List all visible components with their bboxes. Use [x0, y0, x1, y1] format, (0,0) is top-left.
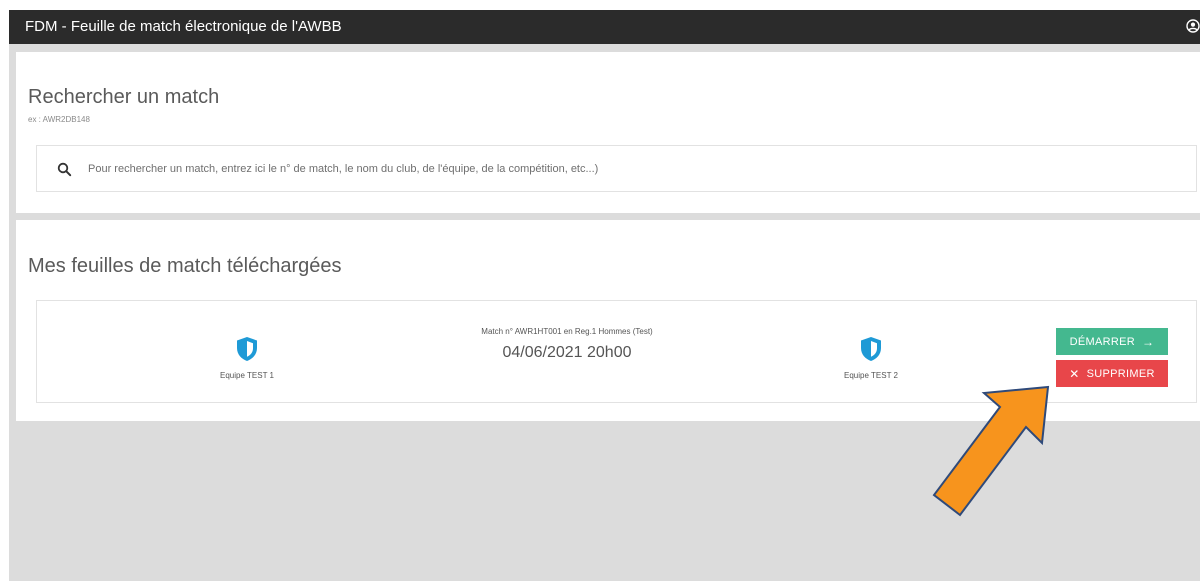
delete-button-label: SUPPRIMER [1086, 367, 1155, 380]
delete-button[interactable]: ✕ SUPPRIMER [1056, 360, 1168, 387]
start-button-label: DÉMARRER [1069, 335, 1136, 348]
match-label: Match n° AWR1HT001 en Reg.1 Hommes (Test… [481, 327, 653, 336]
start-button[interactable]: DÉMARRER → [1056, 328, 1168, 355]
close-icon: ✕ [1069, 366, 1080, 381]
app-title: FDM - Feuille de match électronique de l… [25, 18, 342, 35]
user-circle-icon[interactable] [1186, 19, 1200, 33]
top-bar: FDM - Feuille de match électronique de l… [9, 10, 1200, 44]
away-team-name: Equipe TEST 2 [844, 371, 898, 380]
home-team-name: Equipe TEST 1 [220, 371, 274, 380]
search-match-section: Rechercher un match ex : AWR2DB148 [16, 52, 1200, 213]
home-team: Equipe TEST 1 [177, 336, 317, 380]
away-team: Equipe TEST 2 [801, 336, 941, 380]
search-box[interactable] [36, 145, 1197, 192]
search-icon [57, 162, 72, 177]
match-info: Match n° AWR1HT001 en Reg.1 Hommes (Test… [377, 327, 757, 362]
arrow-right-icon: → [1142, 334, 1155, 349]
shield-icon [237, 337, 257, 361]
search-input[interactable] [88, 159, 1168, 179]
shield-icon [861, 337, 881, 361]
match-datetime: 04/06/2021 20h00 [502, 344, 632, 361]
search-section-title: Rechercher un match [28, 86, 220, 108]
annotation-arrow-icon [932, 385, 1050, 517]
search-hint: ex : AWR2DB148 [28, 115, 90, 124]
downloaded-section-title: Mes feuilles de match téléchargées [28, 255, 342, 277]
